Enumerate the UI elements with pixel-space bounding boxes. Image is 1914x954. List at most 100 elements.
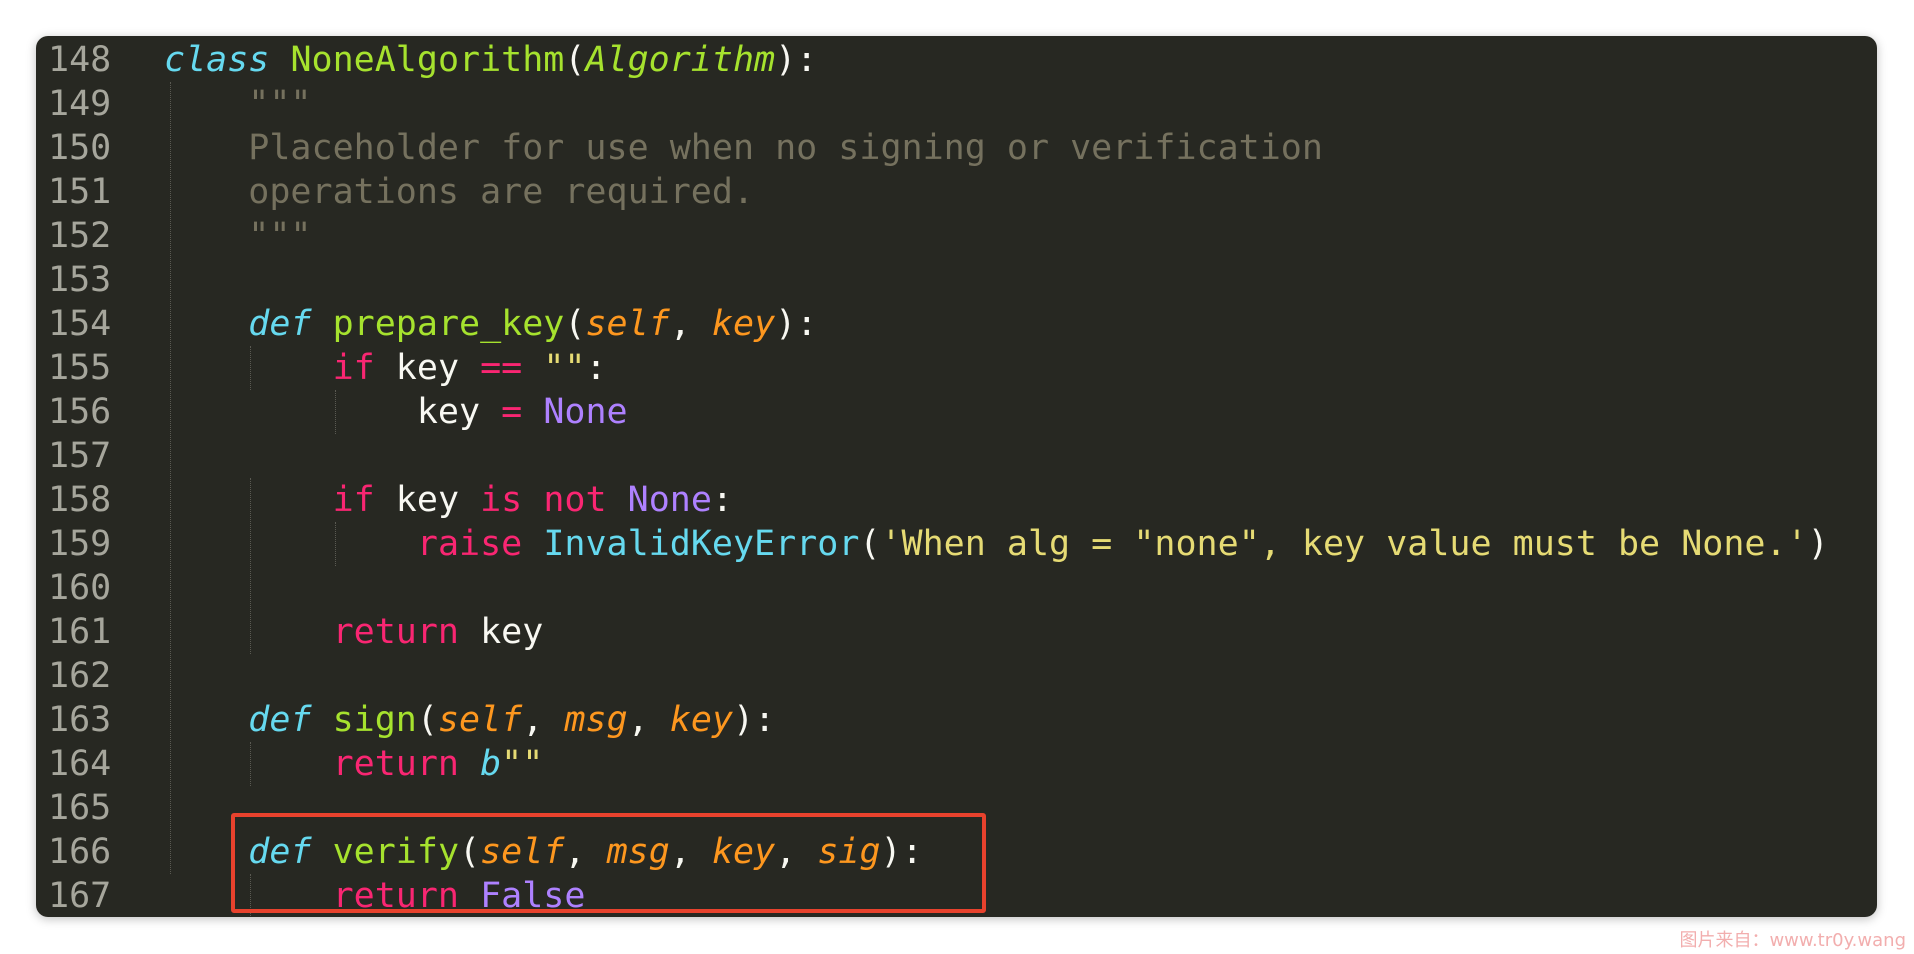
code-line[interactable]: 163 def sign(self, msg, key):	[36, 698, 1877, 742]
line-number: 156	[48, 392, 112, 432]
code-token: (	[564, 40, 586, 80]
code-token: class	[164, 40, 270, 80]
line-content: key = None	[164, 390, 628, 434]
line-number: 150	[48, 128, 112, 168]
indent-guide	[170, 82, 171, 874]
code-token: def	[248, 304, 312, 344]
code-line[interactable]: 148 class NoneAlgorithm(Algorithm):	[36, 38, 1877, 82]
code-token: ,	[522, 700, 565, 740]
line-content: if key == "":	[164, 346, 607, 390]
code-token: Algorithm	[585, 40, 776, 80]
line-number: 160	[48, 568, 112, 608]
line-number: 162	[48, 656, 112, 696]
code-line[interactable]: 164 return b""	[36, 742, 1877, 786]
code-token: =	[501, 392, 523, 432]
code-token: raise	[416, 524, 523, 564]
line-content: Placeholder for use when no signing or v…	[164, 126, 1323, 170]
code-token: self	[437, 700, 523, 740]
indent-guide	[250, 742, 251, 786]
line-number: 161	[48, 612, 112, 652]
code-token: ,	[669, 304, 712, 344]
code-line[interactable]: 150 Placeholder for use when no signing …	[36, 126, 1877, 170]
line-content: """	[164, 82, 311, 126]
code-token: (	[564, 304, 586, 344]
indent-guide	[250, 478, 251, 654]
code-token: ""	[543, 348, 586, 388]
line-number: 164	[48, 744, 112, 784]
code-token: if	[332, 480, 375, 520]
code-line[interactable]: 156 key = None	[36, 390, 1877, 434]
code-token: def	[248, 700, 312, 740]
code-line[interactable]: 159 raise InvalidKeyError('When alg = "n…	[36, 522, 1877, 566]
code-line[interactable]: 149 """	[36, 82, 1877, 126]
line-number: 158	[48, 480, 112, 520]
code-token: ==	[480, 348, 523, 388]
code-token: """	[164, 216, 312, 256]
code-token: ):	[775, 40, 818, 80]
indent-guide	[335, 522, 336, 566]
line-number: 163	[48, 700, 112, 740]
line-content: def prepare_key(self, key):	[164, 302, 817, 346]
code-token: Placeholder for use when no signing or v…	[164, 128, 1323, 168]
line-number: 165	[48, 788, 112, 828]
code-token: NoneAlgorithm	[290, 40, 565, 80]
line-number: 157	[48, 436, 112, 476]
code-line[interactable]: 151 operations are required.	[36, 170, 1877, 214]
code-line[interactable]: 158 if key is not None:	[36, 478, 1877, 522]
code-token: :	[585, 348, 607, 388]
line-content: class NoneAlgorithm(Algorithm):	[164, 38, 817, 82]
line-number: 151	[48, 172, 112, 212]
line-number: 153	[48, 260, 112, 300]
code-token: ,	[627, 700, 670, 740]
code-token: 'When alg = "none", key value must be No…	[880, 524, 1808, 564]
line-content: raise InvalidKeyError('When alg = "none"…	[164, 522, 1829, 566]
code-token: (	[416, 700, 438, 740]
indent-guide	[335, 390, 336, 434]
code-token: key	[374, 480, 481, 520]
code-editor[interactable]: 148 class NoneAlgorithm(Algorithm): 149 ""…	[36, 36, 1877, 917]
code-line[interactable]: 157	[36, 434, 1877, 478]
code-token: ):	[775, 304, 818, 344]
code-line[interactable]: 160	[36, 566, 1877, 610]
code-token: is	[480, 480, 523, 520]
code-line[interactable]: 152 """	[36, 214, 1877, 258]
code-line[interactable]: 161 return key	[36, 610, 1877, 654]
code-token: key	[374, 348, 481, 388]
code-line[interactable]: 155 if key == "":	[36, 346, 1877, 390]
code-token: None	[627, 480, 712, 520]
code-token: InvalidKeyError	[543, 524, 860, 564]
code-token: :	[711, 480, 733, 520]
code-line[interactable]: 162	[36, 654, 1877, 698]
code-line[interactable]: 153	[36, 258, 1877, 302]
code-line[interactable]: 154 def prepare_key(self, key):	[36, 302, 1877, 346]
code-token: b	[480, 744, 502, 784]
indent-guide	[250, 346, 251, 390]
line-content: return key	[164, 610, 544, 654]
code-token: return	[332, 612, 460, 652]
line-number: 149	[48, 84, 112, 124]
code-token: sign	[332, 700, 417, 740]
line-content: def sign(self, msg, key):	[164, 698, 775, 742]
line-content: return b""	[164, 742, 544, 786]
line-number: 155	[48, 348, 112, 388]
code-token: ):	[733, 700, 776, 740]
code-token: msg	[564, 700, 628, 740]
code-token: key	[711, 304, 776, 344]
line-number: 148	[48, 40, 112, 80]
code-token: return	[332, 744, 460, 784]
code-token: (	[859, 524, 881, 564]
